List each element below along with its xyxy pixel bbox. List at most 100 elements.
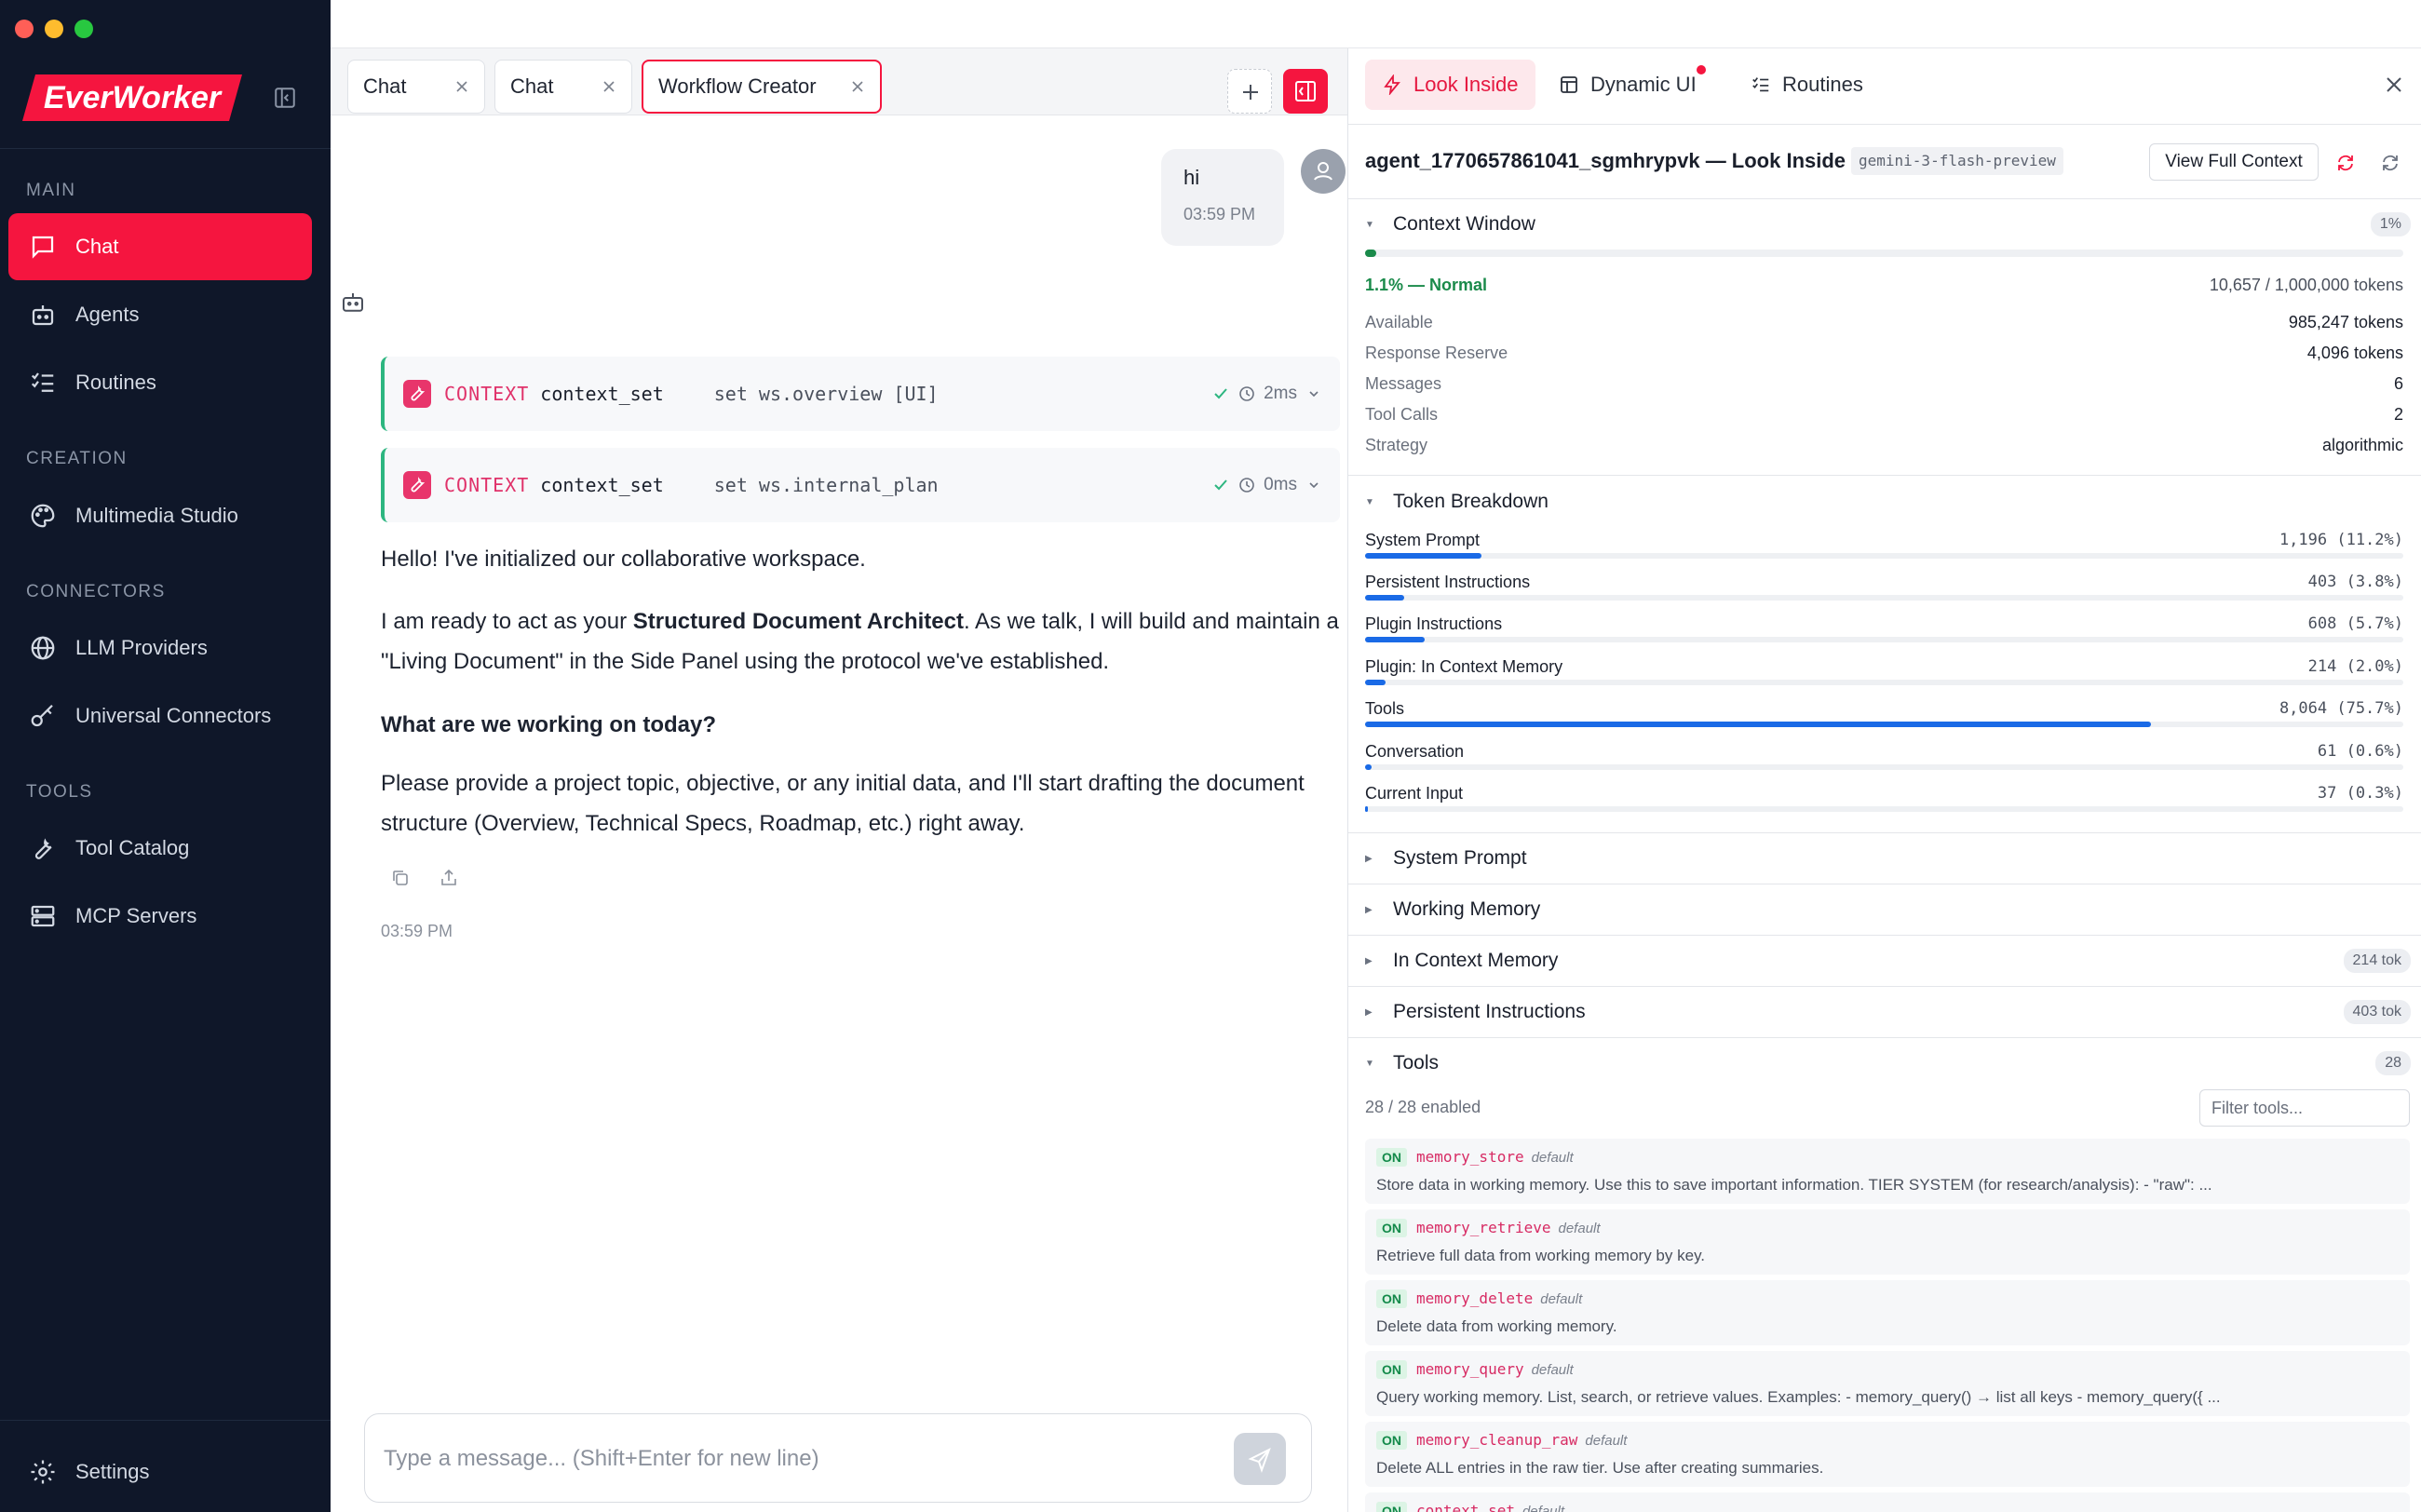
tab-chat-1[interactable]: Chat bbox=[347, 60, 485, 114]
close-icon[interactable] bbox=[602, 79, 616, 94]
checklist-icon bbox=[31, 372, 54, 392]
new-tab-button[interactable] bbox=[1227, 69, 1272, 114]
filter-tools-input[interactable] bbox=[2199, 1089, 2410, 1127]
layout-icon bbox=[1561, 76, 1577, 93]
user-icon bbox=[1314, 162, 1332, 181]
tool-item[interactable]: ON memory_retrieve default Retrieve full d… bbox=[1365, 1209, 2410, 1275]
collapse-icon: ▼ bbox=[1365, 219, 1374, 230]
sidebar-item-mcp-servers[interactable]: MCP Servers bbox=[8, 883, 312, 950]
collapse-sidebar-icon[interactable] bbox=[273, 86, 297, 110]
token-value: 608 (5.7%) bbox=[2307, 614, 2403, 633]
copy-icon[interactable] bbox=[390, 868, 411, 888]
token-bar bbox=[1365, 553, 2403, 559]
message-input[interactable] bbox=[384, 1442, 1222, 1476]
stat-value: 2 bbox=[2393, 405, 2403, 424]
divider bbox=[1348, 475, 2421, 476]
section-system-prompt[interactable]: ▶ System Prompt bbox=[1348, 833, 2421, 884]
panel-tabs: Look Inside Dynamic UI Routines bbox=[1348, 48, 2421, 125]
sidebar-item-settings[interactable]: Settings bbox=[8, 1438, 312, 1505]
view-full-context-button[interactable]: View Full Context bbox=[2149, 143, 2319, 181]
chevron-down-icon[interactable] bbox=[1305, 385, 1323, 403]
section-token-breakdown[interactable]: ▼ Token Breakdown bbox=[1348, 477, 2421, 527]
toggle-side-panel-button[interactable] bbox=[1283, 69, 1328, 114]
token-bar-fill bbox=[1365, 637, 1425, 642]
section-working-memory[interactable]: ▶ Working Memory bbox=[1348, 884, 2421, 935]
token-bar bbox=[1365, 722, 2403, 727]
section-connectors: CONNECTORS bbox=[26, 582, 166, 601]
context-status: 1.1% — Normal bbox=[1365, 276, 1488, 294]
close-window-button[interactable] bbox=[15, 20, 34, 38]
stat-label: Response Reserve bbox=[1365, 344, 1508, 362]
token-label: Tools bbox=[1365, 699, 1405, 718]
close-icon[interactable] bbox=[850, 79, 865, 94]
sidebar-item-multimedia-studio[interactable]: Multimedia Studio bbox=[8, 482, 312, 549]
token-bar-fill bbox=[1365, 680, 1386, 685]
message-time: 03:59 PM bbox=[1183, 205, 1256, 223]
sidebar-item-chat[interactable]: Chat bbox=[8, 213, 312, 280]
sidebar-item-routines[interactable]: Routines bbox=[8, 349, 312, 416]
stat-row: Strategy algorithmic bbox=[1365, 436, 2403, 455]
refresh-icon[interactable] bbox=[2380, 153, 2401, 173]
token-bar bbox=[1365, 806, 2403, 812]
sidebar-item-agents[interactable]: Agents bbox=[8, 281, 312, 348]
maximize-window-button[interactable] bbox=[74, 20, 93, 38]
close-icon[interactable] bbox=[454, 79, 469, 94]
tool-item[interactable]: ON memory_store default Store data in work… bbox=[1365, 1139, 2410, 1204]
token-bar-fill bbox=[1365, 806, 1369, 812]
share-icon[interactable] bbox=[439, 868, 459, 888]
section-tools[interactable]: ▼ Tools 28 bbox=[1348, 1038, 2421, 1088]
tab-chat-2[interactable]: Chat bbox=[494, 60, 632, 114]
tool-item[interactable]: ON memory_query default Query working memo… bbox=[1365, 1351, 2410, 1416]
tool-status-badge[interactable]: ON bbox=[1376, 1148, 1407, 1167]
agent-title: agent_1770657861041_sgmhrypvk — Look Ins… bbox=[1365, 149, 1846, 172]
look-inside-panel: Look Inside Dynamic UI Routines agent_17… bbox=[1347, 48, 2421, 1512]
tool-status-badge[interactable]: ON bbox=[1376, 1219, 1407, 1237]
chevron-down-icon[interactable] bbox=[1305, 476, 1323, 494]
token-badge: 403 tok bbox=[2343, 1000, 2411, 1024]
tool-status-badge[interactable]: ON bbox=[1376, 1431, 1407, 1450]
tool-status-badge[interactable]: ON bbox=[1376, 1502, 1407, 1512]
tab-workflow-creator[interactable]: Workflow Creator bbox=[642, 60, 882, 114]
token-row: System Prompt 1,196 (11.2%) bbox=[1365, 529, 2403, 571]
tool-status-badge[interactable]: ON bbox=[1376, 1289, 1407, 1308]
everworker-logo[interactable]: EverWorker bbox=[22, 74, 242, 121]
stat-value: 4,096 tokens bbox=[2306, 344, 2403, 362]
message-actions bbox=[390, 868, 459, 888]
send-button[interactable] bbox=[1234, 1433, 1286, 1485]
tab-look-inside[interactable]: Look Inside bbox=[1365, 60, 1535, 110]
token-value: 214 (2.0%) bbox=[2307, 657, 2403, 676]
token-badge: 214 tok bbox=[2343, 949, 2411, 973]
section-persistent-instructions[interactable]: ▶ Persistent Instructions 403 tok bbox=[1348, 987, 2421, 1037]
token-label: Plugin: In Context Memory bbox=[1365, 657, 1563, 676]
sidebar-item-universal-connectors[interactable]: Universal Connectors bbox=[8, 682, 312, 749]
tool-call-args: set ws.internal_plan bbox=[713, 474, 939, 496]
message-composer bbox=[364, 1413, 1312, 1503]
section-in-context-memory[interactable]: ▶ In Context Memory 214 tok bbox=[1348, 936, 2421, 986]
token-value: 1,196 (11.2%) bbox=[2279, 531, 2403, 549]
tool-name: memory_delete bbox=[1416, 1289, 1534, 1307]
robot-icon bbox=[32, 305, 54, 326]
tool-description: Delete ALL entries in the raw tier. Use … bbox=[1376, 1459, 1824, 1477]
tab-routines[interactable]: Routines bbox=[1734, 60, 1880, 110]
section-context-window[interactable]: ▼ Context Window 1% bbox=[1348, 199, 2421, 250]
notification-dot bbox=[1696, 65, 1706, 74]
tool-name: memory_store bbox=[1416, 1148, 1524, 1166]
close-icon[interactable] bbox=[2384, 74, 2404, 95]
tab-dynamic-ui[interactable]: Dynamic UI bbox=[1542, 60, 1713, 110]
minimize-window-button[interactable] bbox=[45, 20, 63, 38]
tool-status-badge[interactable]: ON bbox=[1376, 1360, 1407, 1379]
sync-icon[interactable] bbox=[2335, 153, 2356, 173]
tool-item[interactable]: ON memory_delete default Delete data from … bbox=[1365, 1280, 2410, 1345]
tool-call-card[interactable]: CONTEXT context_set set ws.internal_plan… bbox=[381, 448, 1340, 522]
check-icon bbox=[1214, 388, 1227, 399]
sidebar-item-llm-providers[interactable]: LLM Providers bbox=[8, 614, 312, 682]
tool-item[interactable]: ON context_set default bbox=[1365, 1492, 2410, 1512]
section-main: MAIN bbox=[26, 181, 76, 200]
tool-call-card[interactable]: CONTEXT context_set set ws.overview [UI]… bbox=[381, 357, 1340, 431]
tool-item[interactable]: ON memory_cleanup_raw default Delete ALL e… bbox=[1365, 1422, 2410, 1487]
token-bar-fill bbox=[1365, 722, 2152, 727]
sidebar-item-tool-catalog[interactable]: Tool Catalog bbox=[8, 815, 312, 882]
tool-default-tag: default bbox=[1540, 1291, 1583, 1307]
message-text: hi bbox=[1183, 166, 1200, 189]
context-usage-fill bbox=[1365, 250, 1377, 257]
